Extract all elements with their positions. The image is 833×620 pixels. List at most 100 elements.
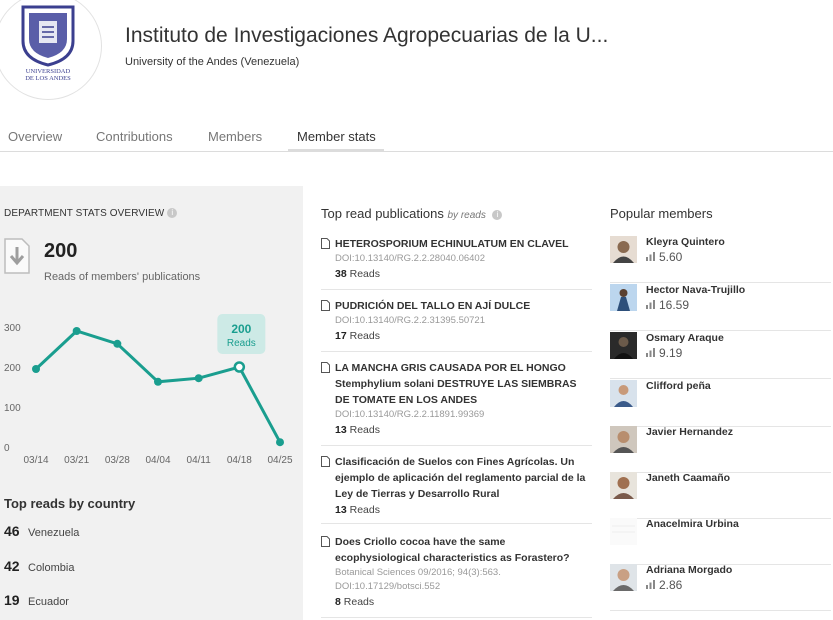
publication-reads: 13 Reads — [321, 422, 592, 438]
svg-text:DE LOS ANDES: DE LOS ANDES — [25, 75, 71, 82]
institution-logo: UNIVERSIDAD DE LOS ANDES — [0, 0, 102, 100]
stats-bars-icon — [646, 300, 655, 309]
country-row: 19 Ecuador — [4, 592, 69, 610]
publication-reads-count: 17 — [335, 330, 347, 342]
avatar[interactable] — [610, 236, 637, 263]
x-tick-label: 03/28 — [105, 455, 130, 466]
institution-subtitle[interactable]: University of the Andes (Venezuela) — [125, 56, 299, 68]
reads-caption: Reads of members' publications — [44, 271, 201, 283]
publication-reads-label: Reads — [349, 330, 380, 342]
stats-heading: DEPARTMENT STATS OVERVIEW i — [4, 208, 178, 219]
country-count: 42 — [4, 558, 20, 574]
member-score-value: 2.86 — [659, 578, 683, 592]
member-item[interactable]: Adriana Morgado 2.86 — [610, 564, 831, 611]
avatar[interactable] — [610, 332, 637, 359]
country-count: 19 — [4, 592, 20, 608]
tab-overview[interactable]: Overview — [8, 129, 62, 144]
member-score-value: 9.19 — [659, 346, 683, 360]
publication-meta: DOI:10.13140/RG.2.2.11891.99369 — [335, 409, 485, 420]
publication-title[interactable]: HETEROSPORIUM ECHINULATUM EN CLAVEL — [335, 238, 569, 250]
top-publications-heading: Top read publications by reads i — [321, 206, 503, 221]
publication-item[interactable]: PUDRICIÓN DEL TALLO EN AJÍ DULCE DOI:10.… — [321, 298, 592, 352]
publication-item[interactable]: LA MANCHA GRIS CAUSADA POR EL HONGO Stem… — [321, 360, 592, 446]
avatar[interactable] — [610, 426, 637, 453]
y-tick-label: 100 — [4, 403, 21, 414]
publication-title[interactable]: LA MANCHA GRIS CAUSADA POR EL HONGO Stem… — [335, 362, 577, 406]
member-item[interactable]: Kleyra Quintero 5.60 — [610, 236, 831, 283]
avatar[interactable] — [610, 284, 637, 311]
chart-tooltip: 200 Reads — [217, 314, 266, 354]
x-tick-label: 03/14 — [23, 455, 48, 466]
tab-members[interactable]: Members — [208, 129, 262, 144]
info-icon[interactable]: i — [167, 208, 178, 219]
publication-reads: 13 Reads — [321, 502, 592, 518]
svg-text:UNIVERSIDAD: UNIVERSIDAD — [26, 68, 71, 75]
member-name[interactable]: Hector Nava-Trujillo — [646, 284, 745, 296]
avatar[interactable] — [610, 472, 637, 499]
member-score: 5.60 — [646, 250, 682, 264]
member-name[interactable]: Janeth Caamaño — [646, 472, 730, 484]
document-icon — [321, 362, 330, 373]
chart-point[interactable] — [72, 327, 81, 335]
publication-reads: 38 Reads — [321, 266, 592, 282]
tab-bar: Overview Contributions Members Member st… — [0, 122, 833, 152]
member-name[interactable]: Adriana Morgado — [646, 564, 732, 576]
member-name[interactable]: Javier Hernandez — [646, 426, 733, 438]
member-item[interactable]: Anacelmira Urbina — [610, 518, 831, 565]
publication-item[interactable]: Does Criollo cocoa have the same ecophys… — [321, 534, 592, 618]
publication-title[interactable]: Does Criollo cocoa have the same ecophys… — [335, 536, 570, 564]
member-name[interactable]: Osmary Araque — [646, 332, 724, 344]
publication-meta: DOI:10.13140/RG.2.2.31395.50721 — [335, 315, 486, 326]
country-name: Venezuela — [28, 527, 80, 539]
tab-member-stats[interactable]: Member stats — [297, 129, 376, 144]
publication-title[interactable]: PUDRICIÓN DEL TALLO EN AJÍ DULCE — [335, 300, 530, 312]
reads-count: 200 — [44, 240, 78, 262]
member-item[interactable]: Hector Nava-Trujillo 16.59 — [610, 284, 831, 331]
avatar[interactable] — [610, 380, 637, 407]
tab-contributions[interactable]: Contributions — [96, 129, 173, 144]
member-score: 9.19 — [646, 346, 682, 360]
publication-reads-count: 13 — [335, 504, 347, 516]
avatar[interactable] — [610, 518, 637, 545]
member-item[interactable]: Osmary Araque 9.19 — [610, 332, 831, 379]
chart-point[interactable] — [276, 438, 284, 447]
publication-reads-label: Reads — [349, 424, 380, 436]
chart-point[interactable] — [113, 339, 122, 348]
member-name[interactable]: Anacelmira Urbina — [646, 518, 739, 530]
chart-point[interactable] — [32, 365, 40, 373]
x-tick-label: 04/11 — [187, 455, 212, 466]
info-icon[interactable]: i — [492, 209, 503, 220]
stats-heading-text: DEPARTMENT STATS OVERVIEW — [4, 208, 165, 219]
publication-item[interactable]: HETEROSPORIUM ECHINULATUM EN CLAVEL DOI:… — [321, 236, 592, 290]
publication-reads-label: Reads — [349, 268, 380, 280]
x-tick-label: 04/18 — [227, 455, 252, 466]
publication-meta: Botanical Sciences 09/2016; 94(3):563. D… — [335, 567, 501, 592]
publication-reads-count: 38 — [335, 268, 347, 280]
country-name: Ecuador — [28, 596, 69, 608]
member-score-value: 5.60 — [659, 250, 683, 264]
stats-bars-icon — [646, 348, 655, 357]
tooltip-value: 200 — [231, 322, 251, 336]
publication-item[interactable]: Clasificación de Suelos con Fines Agríco… — [321, 454, 592, 524]
publication-reads-label: Reads — [349, 504, 380, 516]
member-name[interactable]: Clifford peña — [646, 380, 711, 392]
member-item[interactable]: Clifford peña — [610, 380, 831, 427]
avatar[interactable] — [610, 564, 637, 591]
top-reads-by-country-heading: Top reads by country — [4, 496, 136, 511]
chart-point[interactable] — [154, 377, 162, 386]
publication-meta: DOI:10.13140/RG.2.2.28040.06402 — [335, 253, 486, 264]
page-title: Instituto de Investigaciones Agropecuari… — [125, 24, 609, 47]
stats-bars-icon — [646, 252, 655, 261]
chart-point[interactable] — [233, 361, 246, 373]
publication-reads: 17 Reads — [321, 328, 592, 344]
tooltip-label: Reads — [227, 338, 256, 349]
publication-title[interactable]: Clasificación de Suelos con Fines Agríco… — [335, 456, 585, 500]
member-name[interactable]: Kleyra Quintero — [646, 236, 725, 248]
member-item[interactable]: Javier Hernandez — [610, 426, 831, 473]
member-item[interactable]: Janeth Caamaño — [610, 472, 831, 519]
document-icon — [321, 238, 330, 249]
download-icon — [4, 238, 30, 274]
chart-point[interactable] — [194, 374, 203, 383]
top-publications-title: Top read publications — [321, 206, 444, 221]
x-tick-label: 04/25 — [267, 455, 292, 466]
